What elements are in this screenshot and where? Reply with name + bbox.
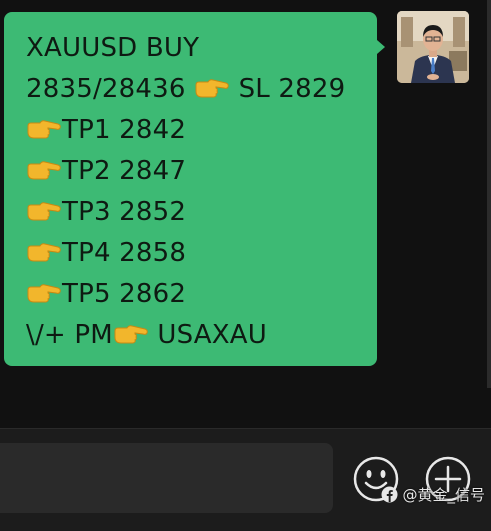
line-4-text: TP2 2847 — [62, 156, 187, 186]
facebook-logo-icon — [381, 486, 398, 503]
watermark: @黄金_信号 — [381, 484, 485, 505]
message-line-4: TP2 2847 — [26, 151, 377, 192]
line-1-text: XAUUSD BUY — [26, 33, 200, 63]
line-2-prefix: 2835/28436 — [26, 74, 195, 104]
message-line-1: XAUUSD BUY — [26, 28, 377, 69]
chat-area: XAUUSD BUY 2835/28436 SL 2829 TP1 2842 T… — [0, 0, 491, 428]
line-8-prefix: \/+ PM — [26, 320, 113, 350]
line-8-suffix: USAXAU — [148, 320, 267, 350]
hand-pointing-right-icon — [27, 120, 61, 139]
message-line-3: TP1 2842 — [26, 110, 377, 151]
message-bubble[interactable]: XAUUSD BUY 2835/28436 SL 2829 TP1 2842 T… — [4, 12, 377, 366]
message-line-7: TP5 2862 — [26, 274, 377, 315]
line-5-text: TP3 2852 — [62, 197, 187, 227]
message-line-8: \/+ PM USAXAU — [26, 315, 377, 356]
message-line-6: TP4 2858 — [26, 233, 377, 274]
avatar-photo — [397, 11, 469, 83]
scrollbar[interactable] — [487, 0, 491, 388]
line-7-text: TP5 2862 — [62, 279, 187, 309]
hand-pointing-right-icon — [195, 79, 229, 98]
hand-pointing-right-icon — [114, 325, 148, 344]
hand-pointing-right-icon — [27, 284, 61, 303]
message-input[interactable] — [0, 443, 333, 513]
hand-pointing-right-icon — [27, 202, 61, 221]
input-bar: @黄金_信号 — [0, 428, 491, 531]
sender-avatar[interactable] — [397, 11, 469, 83]
bubble-tail — [377, 40, 385, 54]
message-line-5: TP3 2852 — [26, 192, 377, 233]
hand-pointing-right-icon — [27, 161, 61, 180]
watermark-text: @黄金_信号 — [402, 486, 485, 504]
message-line-2: 2835/28436 SL 2829 — [26, 69, 377, 110]
line-3-text: TP1 2842 — [62, 115, 187, 145]
hand-pointing-right-icon — [27, 243, 61, 262]
line-2-suffix: SL 2829 — [230, 74, 346, 104]
line-6-text: TP4 2858 — [62, 238, 187, 268]
